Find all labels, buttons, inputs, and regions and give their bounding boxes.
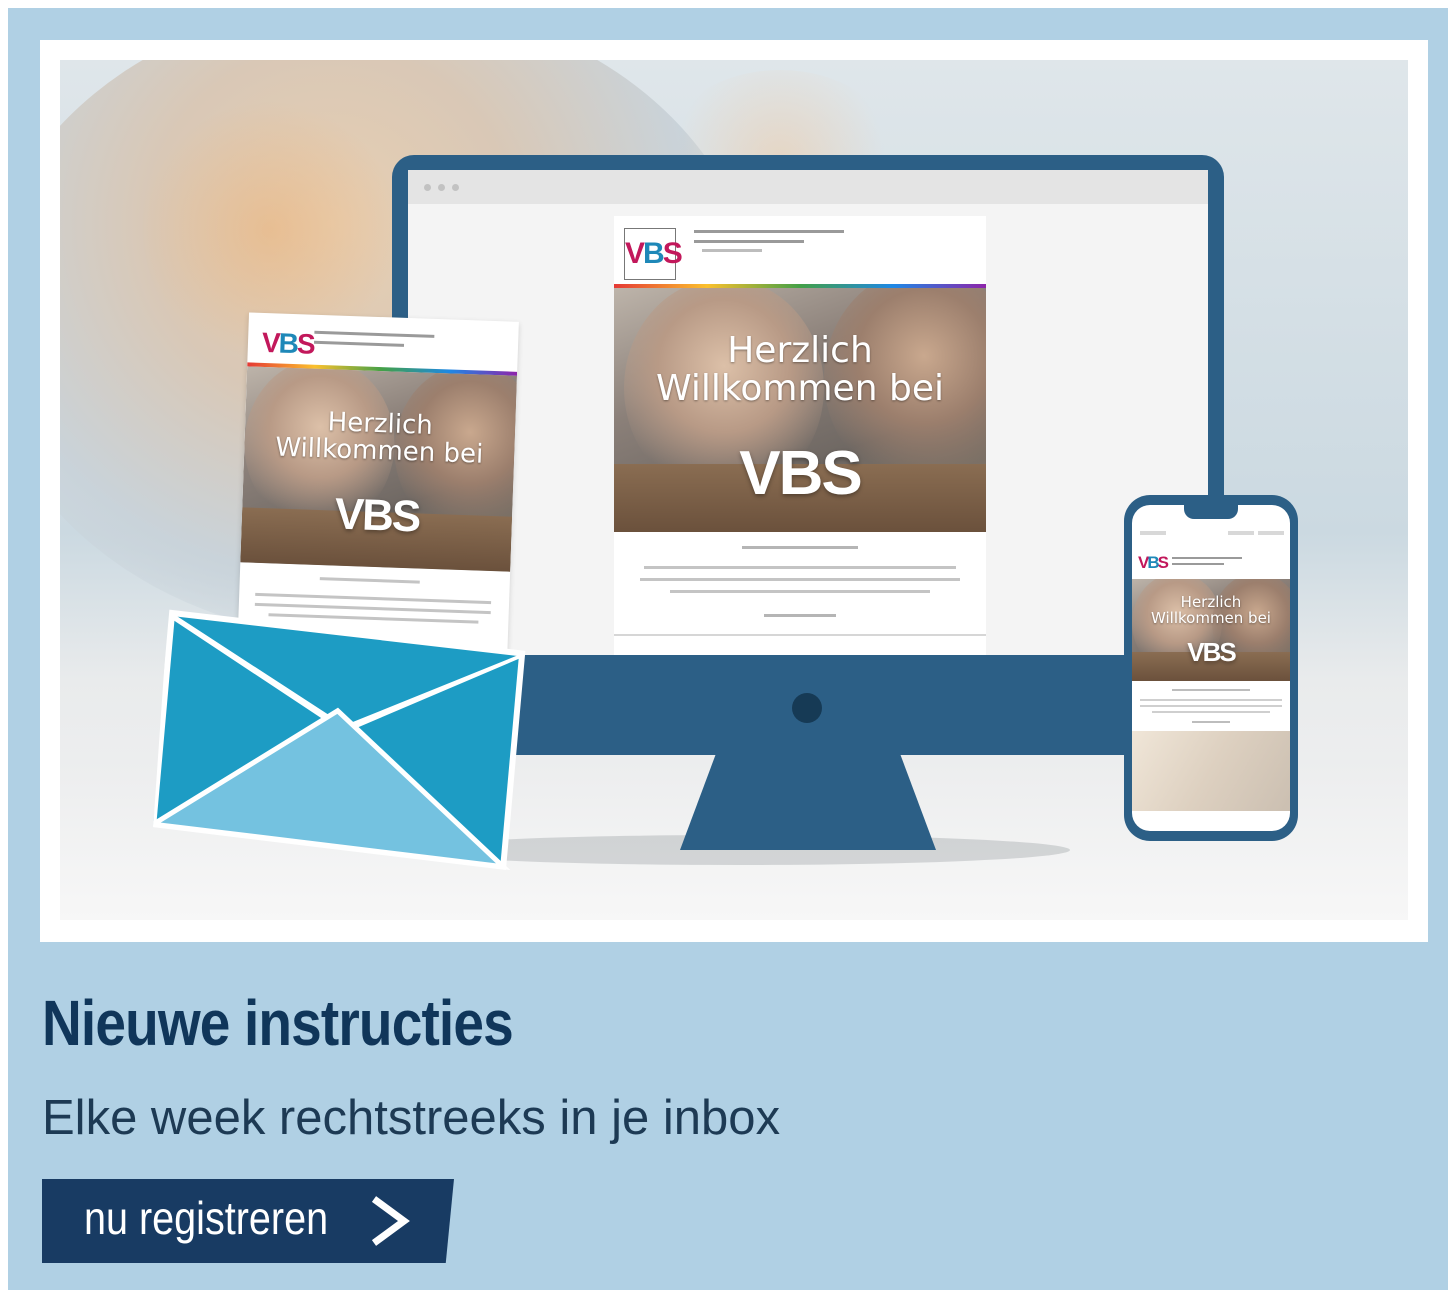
browser-bar xyxy=(408,170,1208,204)
craft-image-phone xyxy=(1132,731,1290,811)
register-button-label: nu registreren xyxy=(84,1192,329,1244)
smartphone-screen: VBS Herzlich Willkommen bei VBS xyxy=(1132,505,1290,831)
hero-line-1: Herzlich xyxy=(727,330,873,371)
hero-line-2-phone: Willkommen bei xyxy=(1151,608,1271,627)
image-frame: VBS Herzlich Willkommen bei VBS VBS Herz… xyxy=(40,40,1428,942)
chevron-right-icon xyxy=(371,1196,410,1246)
smartphone: VBS Herzlich Willkommen bei VBS xyxy=(1124,495,1298,841)
email-preview-desktop: VBS Herzlich Willkommen bei VBS xyxy=(614,216,986,655)
monitor-screen: VBS Herzlich Willkommen bei VBS xyxy=(408,170,1208,655)
envelope-body xyxy=(151,609,526,871)
vbs-logo-letter: VBS xyxy=(261,326,315,360)
monitor-power-dot xyxy=(792,693,822,723)
hero-logo-phone: VBS xyxy=(1187,637,1236,667)
banner-title: Nieuwe instructies xyxy=(42,987,514,1059)
monitor-stand xyxy=(680,754,936,850)
phone-notch xyxy=(1184,505,1238,519)
hero-line-2: Willkommen bei xyxy=(656,367,944,409)
hero-image-desktop: Herzlich Willkommen bei VBS xyxy=(614,288,986,532)
register-button[interactable]: nu registreren xyxy=(42,1179,454,1263)
banner-subtitle: Elke week rechtstreeks in je inbox xyxy=(42,1091,781,1145)
hero-image-phone: Herzlich Willkommen bei VBS xyxy=(1132,579,1290,681)
newsletter-devices-illustration: VBS Herzlich Willkommen bei VBS VBS Herz… xyxy=(60,60,1408,920)
newsletter-banner[interactable]: VBS Herzlich Willkommen bei VBS VBS Herz… xyxy=(8,8,1448,1290)
vbs-logo-phone: VBS xyxy=(1138,553,1169,572)
hero-logo: VBS xyxy=(739,439,862,508)
hero-image-letter: Herzlich Willkommen bei VBS xyxy=(240,366,518,572)
hero-logo-letter: VBS xyxy=(333,489,421,542)
vbs-logo: VBS xyxy=(624,228,683,280)
envelope-icon: VBS Herzlich Willkommen bei VBS xyxy=(151,312,528,877)
